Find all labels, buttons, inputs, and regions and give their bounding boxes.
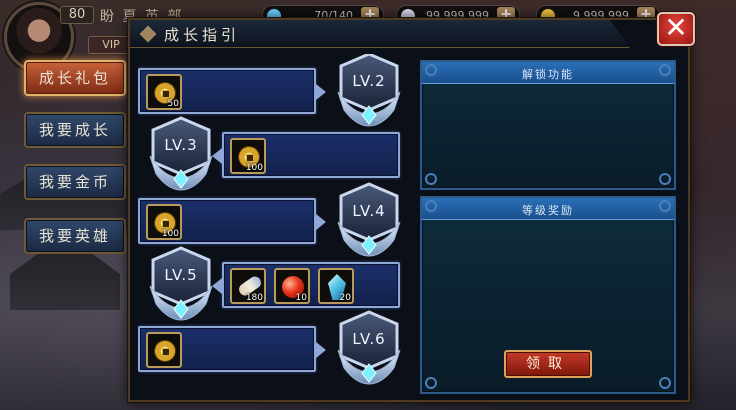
corner-ornament-icon [659,200,671,212]
growth-row[interactable]: 50 [138,68,326,114]
tab-want-hero[interactable]: 我要英雄 [24,218,126,254]
reward-quantity: 50 [167,99,179,109]
corner-ornament-icon [425,173,437,185]
level-reward-title: 等级奖励 [522,204,574,217]
reward-quantity: 100 [245,163,263,173]
claim-button[interactable]: 领取 [504,350,592,378]
tab-want-gold[interactable]: 我要金币 [24,164,126,200]
growth-row[interactable]: 100 [212,132,400,178]
row-arrow-icon [316,214,326,230]
dialog-header: 成长指引 [130,20,630,48]
level-badge: LV.2 [334,54,404,132]
coin-icon [154,340,176,362]
panel-header: 等级奖励 [422,198,674,220]
player-level: 80 [60,6,94,24]
level-badge: LV.5 [146,246,216,326]
close-icon[interactable]: ✕ [657,12,695,46]
potion-reward-item[interactable]: 10 [274,268,310,304]
tab-growth-pack[interactable]: 成长礼包 [24,60,126,96]
level-label: LV.3 [164,136,198,154]
level-label: LV.6 [352,330,386,348]
unlock-feature-panel: 解锁功能 [420,60,676,190]
growth-row[interactable]: 180 10 20 [212,262,400,308]
reward-quantity: 10 [295,293,307,303]
scroll-reward-item[interactable]: 180 [230,268,266,304]
corner-ornament-icon [425,64,437,76]
growth-row[interactable]: 100 [138,198,326,244]
level-label: LV.4 [352,202,386,220]
header-ornament-icon [139,25,157,43]
coin-reward-item[interactable]: 100 [146,204,182,240]
level-label: LV.2 [352,72,386,90]
reward-quantity: 20 [339,293,351,303]
row-arrow-icon [316,84,326,100]
growth-row[interactable] [138,326,326,372]
coin-reward-item[interactable] [146,332,182,368]
level-badge: LV.4 [334,182,404,262]
tab-want-growth[interactable]: 我要成长 [24,112,126,148]
crystal-reward-item[interactable]: 20 [318,268,354,304]
level-badge: LV.3 [146,116,216,196]
corner-ornament-icon [659,173,671,185]
corner-ornament-icon [425,377,437,389]
level-badge: LV.6 [334,310,404,390]
corner-ornament-icon [659,64,671,76]
corner-ornament-icon [425,200,437,212]
reward-quantity: 100 [161,229,179,239]
growth-guide-dialog: 成长指引 50 LV.2 100 LV.3 100 LV.4 180 10 20 [128,18,690,402]
row-arrow-icon [316,342,326,358]
level-label: LV.5 [164,266,198,284]
coin-reward-item[interactable]: 50 [146,74,182,110]
dialog-title: 成长指引 [164,26,241,44]
corner-ornament-icon [659,377,671,389]
pagoda-roof-decoration [10,250,120,310]
growth-track-list[interactable]: 50 LV.2 100 LV.3 100 LV.4 180 10 20 LV.5… [138,54,410,398]
panel-header: 解锁功能 [422,62,674,84]
coin-reward-item[interactable]: 100 [230,138,266,174]
unlock-feature-title: 解锁功能 [522,68,574,81]
reward-quantity: 180 [245,293,263,303]
